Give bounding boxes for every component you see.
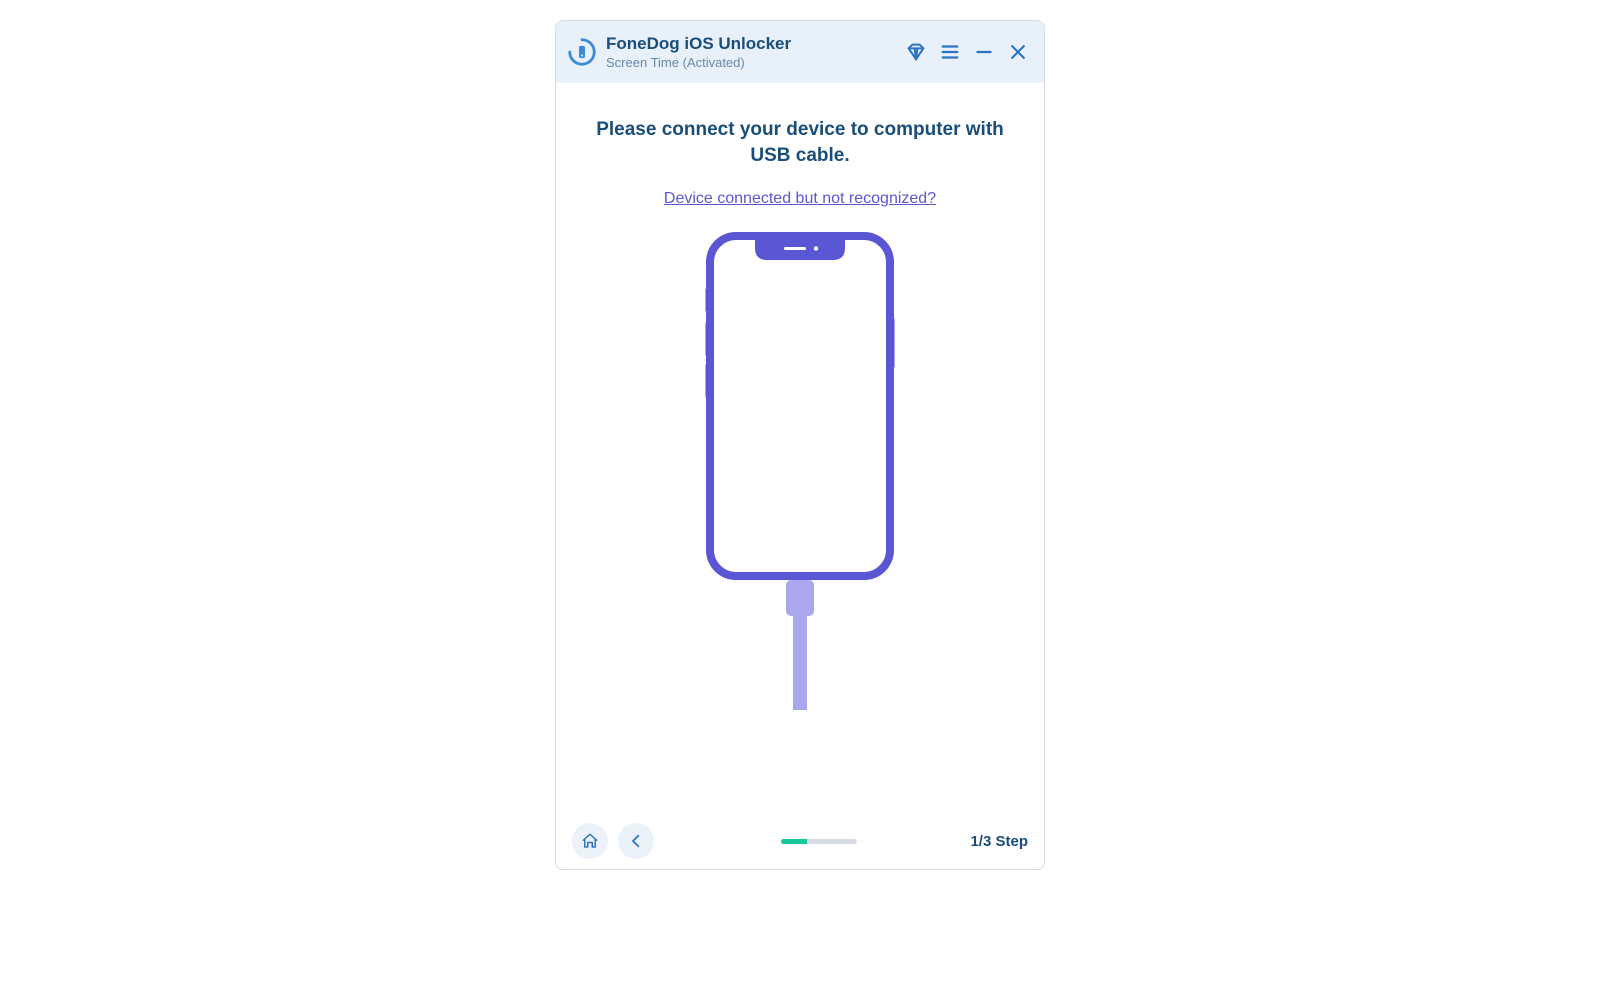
window-controls <box>904 40 1030 64</box>
app-logo-icon <box>566 36 598 68</box>
step-label: 1/3 Step <box>970 833 1028 850</box>
instruction-text: Please connect your device to computer w… <box>585 117 1015 168</box>
phone-illustration <box>700 230 900 710</box>
footer-bar: 1/3 Step <box>556 813 1044 869</box>
progress-fill <box>781 839 806 844</box>
progress-bar <box>781 839 856 844</box>
back-button[interactable] <box>618 823 654 859</box>
content-area: Please connect your device to computer w… <box>556 83 1044 813</box>
app-subtitle: Screen Time (Activated) <box>606 55 904 70</box>
home-button[interactable] <box>572 823 608 859</box>
titlebar: FoneDog iOS Unlocker Screen Time (Activa… <box>556 21 1044 83</box>
help-link[interactable]: Device connected but not recognized? <box>664 190 936 208</box>
title-group: FoneDog iOS Unlocker Screen Time (Activa… <box>606 34 904 70</box>
close-icon[interactable] <box>1006 40 1030 64</box>
diamond-icon[interactable] <box>904 40 928 64</box>
menu-icon[interactable] <box>938 40 962 64</box>
minimize-icon[interactable] <box>972 40 996 64</box>
app-title: FoneDog iOS Unlocker <box>606 34 904 54</box>
app-window: FoneDog iOS Unlocker Screen Time (Activa… <box>555 20 1045 870</box>
